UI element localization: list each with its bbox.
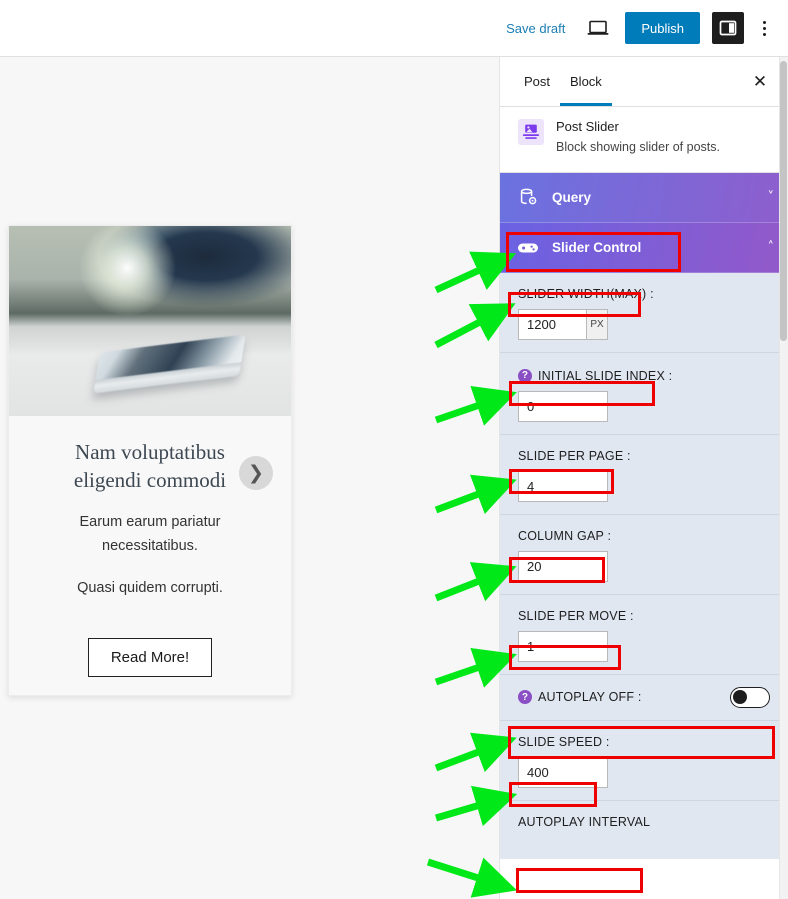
accordion-slider-control[interactable]: Slider Control ˄: [500, 223, 788, 273]
accordion-query-title: Query: [552, 190, 592, 205]
label-slide-speed: SLIDE SPEED :: [518, 735, 610, 749]
field-initial-slide-index: ? INITIAL SLIDE INDEX :: [500, 353, 788, 435]
help-icon[interactable]: ?: [518, 690, 532, 704]
post-title: Nam voluptatibus eligendi commodi ❯: [43, 438, 273, 494]
help-icon[interactable]: ?: [518, 368, 532, 383]
post-title-text: Nam voluptatibus eligendi commodi: [73, 440, 227, 492]
tab-block[interactable]: Block: [560, 57, 612, 106]
input-column-gap[interactable]: [518, 550, 608, 582]
three-dots-vertical-icon[interactable]: [752, 14, 776, 42]
label-column-gap: COLUMN GAP :: [518, 529, 611, 543]
label-slide-per-move-text: SLIDE PER MOVE :: [518, 608, 634, 623]
block-info-card: Post Slider Block showing slider of post…: [500, 107, 788, 173]
field-column-gap: COLUMN GAP :: [500, 515, 788, 595]
accordion-query[interactable]: Query ˅: [500, 173, 788, 223]
game-controller-icon: [516, 236, 540, 260]
save-draft-button[interactable]: Save draft: [506, 21, 565, 36]
chevron-up-icon: ˄: [767, 240, 775, 255]
label-initial-slide-index: ? INITIAL SLIDE INDEX :: [518, 368, 673, 383]
label-slide-per-move: SLIDE PER MOVE :: [518, 609, 634, 623]
label-autoplay-interval-text: AUTOPLAY INTERVAL: [518, 814, 651, 829]
field-autoplay-interval: AUTOPLAY INTERVAL: [500, 801, 788, 849]
database-settings-icon: [516, 186, 540, 210]
label-column-gap-text: COLUMN GAP :: [518, 528, 612, 543]
block-name: Post Slider: [556, 119, 619, 134]
field-slide-speed: SLIDE SPEED :: [500, 721, 788, 801]
field-slide-per-move: SLIDE PER MOVE :: [500, 595, 788, 675]
chevron-right-icon[interactable]: ❯: [239, 456, 273, 490]
read-more-button[interactable]: Read More!: [87, 638, 213, 677]
post-thumbnail-image: [9, 226, 291, 416]
block-description: Block showing slider of posts.: [556, 140, 720, 154]
close-icon[interactable]: ✕: [748, 70, 772, 94]
post-excerpt-line-1: Earum earum pariatur necessitatibus.: [79, 514, 221, 554]
sidebar-tabs: Post Block ✕: [500, 57, 788, 107]
toggle-autoplay-off[interactable]: [730, 686, 770, 708]
label-slide-speed-text: SLIDE SPEED :: [518, 734, 610, 749]
label-slider-width-text: SLIDER WIDTH(MAX) :: [518, 287, 654, 301]
label-slider-width: SLIDER WIDTH(MAX) :: [518, 287, 654, 301]
publish-button[interactable]: Publish: [625, 12, 700, 44]
laptop-preview-icon[interactable]: [585, 15, 611, 41]
input-slide-per-move[interactable]: [518, 630, 608, 662]
label-slide-per-page: SLIDE PER PAGE :: [518, 449, 631, 463]
phone-photo-shape: [93, 334, 246, 394]
unit-px: PX: [587, 309, 608, 340]
settings-sidebar: Post Block ✕ Post Slider Block showing s…: [500, 57, 788, 899]
settings-sidebar-toggle[interactable]: [712, 12, 744, 44]
editor-window: Save draft Publish Nam voluptatibus elig…: [0, 0, 788, 899]
post-slider-block-icon: [518, 119, 544, 145]
input-slide-per-page[interactable]: [518, 470, 608, 502]
post-excerpt-line-2: Quasi quidem corrupti.: [77, 580, 223, 596]
sidebar-scrollbar-thumb[interactable]: [780, 61, 787, 341]
tab-post[interactable]: Post: [514, 57, 560, 106]
slider-control-panel-body: SLIDER WIDTH(MAX) : PX ? INITIAL SLIDE I…: [500, 273, 788, 859]
label-autoplay-off-text: AUTOPLAY OFF :: [538, 690, 642, 704]
label-autoplay-interval: AUTOPLAY INTERVAL: [518, 815, 650, 829]
label-autoplay-off: ? AUTOPLAY OFF :: [518, 690, 642, 704]
field-slider-width: SLIDER WIDTH(MAX) : PX: [500, 273, 788, 353]
field-slide-per-page: SLIDE PER PAGE :: [500, 435, 788, 515]
input-initial-slide-index[interactable]: [518, 390, 608, 422]
label-initial-slide-index-text: INITIAL SLIDE INDEX :: [538, 368, 673, 383]
input-slide-speed[interactable]: [518, 756, 608, 788]
input-slider-width[interactable]: [518, 309, 588, 340]
chevron-down-icon: ˅: [767, 190, 775, 205]
post-slider-card[interactable]: Nam voluptatibus eligendi commodi ❯ Earu…: [8, 225, 292, 696]
accordion-slider-control-title: Slider Control: [552, 240, 642, 255]
label-slide-per-page-text: SLIDE PER PAGE :: [518, 448, 631, 463]
editor-canvas: Nam voluptatibus eligendi commodi ❯ Earu…: [0, 57, 500, 899]
field-autoplay-off: ? AUTOPLAY OFF :: [500, 675, 788, 721]
editor-toolbar: Save draft Publish: [0, 0, 788, 57]
